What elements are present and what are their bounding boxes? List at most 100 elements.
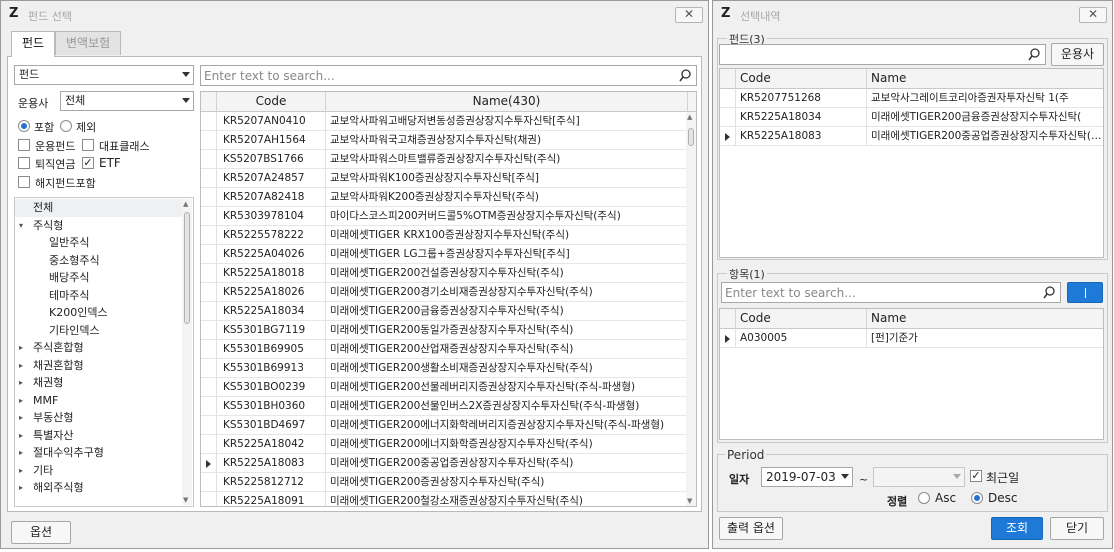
- expand-right-icon[interactable]: ▸: [19, 479, 23, 497]
- tree-item[interactable]: ▸ 해외주식형: [15, 479, 183, 497]
- tree-item[interactable]: ▸ MMF: [15, 392, 183, 410]
- table-row[interactable]: KR5225A18034 미래에셋TIGER200금융증권상장지수투자신탁(주식): [201, 302, 696, 321]
- fund-type-select[interactable]: 펀드: [14, 65, 194, 85]
- expand-right-icon[interactable]: ▸: [19, 357, 23, 375]
- table-row[interactable]: KS5301BD4697 미래에셋TIGER200에너지화학레버리지증권상장지수투…: [201, 416, 696, 435]
- expand-down-icon[interactable]: ▾: [19, 217, 23, 235]
- table-row[interactable]: KR5225A18018 미래에셋TIGER200건설증권상장지수투자신탁(주식): [201, 264, 696, 283]
- start-date-picker[interactable]: 2019-07-03: [761, 467, 853, 487]
- tree-item[interactable]: ▸ 특별자산: [15, 427, 183, 445]
- tree-item[interactable]: ▸ 채권형: [15, 374, 183, 392]
- tab-variable-insurance[interactable]: 변액보험: [55, 31, 122, 55]
- expand-right-icon[interactable]: ▸: [19, 427, 23, 445]
- tree-item[interactable]: 테마주식: [15, 287, 183, 305]
- table-row[interactable]: KR5207A24857 교보악사파워K100증권상장지수투자신탁[주식]: [201, 169, 696, 188]
- name-column-header[interactable]: Name: [867, 309, 1103, 329]
- name-column-header[interactable]: Name(430): [326, 92, 688, 112]
- tree-item[interactable]: 중소형주식: [15, 252, 183, 270]
- item-search-input[interactable]: [725, 285, 1039, 300]
- item-add-button[interactable]: [1067, 282, 1103, 303]
- table-row[interactable]: KR5225A18026 미래에셋TIGER200경기소비재증권상장지수투자신탁(…: [201, 283, 696, 302]
- fund-search-input[interactable]: [204, 68, 675, 83]
- fund-grid-scroll-thumb[interactable]: [688, 128, 694, 146]
- table-row[interactable]: A030005 [펀]기준가: [720, 329, 1103, 348]
- search-icon[interactable]: [1028, 48, 1040, 61]
- options-button[interactable]: 옵션: [11, 521, 71, 544]
- table-row[interactable]: KR5225A18083 미래에셋TIGER200중공업증권상장지수투자신탁(주식…: [201, 454, 696, 473]
- exclude-radio[interactable]: [60, 120, 72, 132]
- close-window-button[interactable]: ✕: [1079, 7, 1107, 23]
- tree-item[interactable]: 일반주식: [15, 234, 183, 252]
- sort-asc-radio[interactable]: [918, 492, 930, 504]
- tree-item[interactable]: ▾ 주식형: [15, 217, 183, 235]
- expand-right-icon[interactable]: ▸: [19, 374, 23, 392]
- code-cell: KR5207A82418: [217, 188, 326, 206]
- tree-item[interactable]: 배당주식: [15, 269, 183, 287]
- expand-right-icon[interactable]: ▸: [19, 409, 23, 427]
- scroll-up-icon: ▲: [183, 200, 189, 208]
- search-button[interactable]: 조회: [991, 517, 1043, 540]
- table-row[interactable]: KR5207AN0410 교보악사파워고배당저변동성증권상장지수투자신탁[주식]: [201, 112, 696, 131]
- table-row[interactable]: KR5207A82418 교보악사파워K200증권상장지수투자신탁(주식): [201, 188, 696, 207]
- tree-item[interactable]: ▸ 주식혼합형: [15, 339, 183, 357]
- close-window-button[interactable]: ✕: [675, 7, 703, 23]
- include-radio[interactable]: [18, 120, 30, 132]
- code-cell: KR5225A18091: [217, 492, 326, 506]
- tree-item[interactable]: ▸ 부동산형: [15, 409, 183, 427]
- tree-item[interactable]: ▸ 기타: [15, 462, 183, 480]
- table-row[interactable]: K55301B69913 미래에셋TIGER200생활소비재증권상장지수투자신탁(…: [201, 359, 696, 378]
- include-closed-checkbox[interactable]: [18, 176, 30, 188]
- row-indicator: [201, 416, 217, 434]
- code-column-header[interactable]: Code: [736, 69, 867, 89]
- table-row[interactable]: KR5225A18083 미래에셋TIGER200중공업증권상장지수투자신탁(주식…: [720, 127, 1103, 146]
- expand-right-icon[interactable]: ▸: [19, 392, 23, 410]
- fund-filter-input[interactable]: [723, 47, 1024, 62]
- pension-checkbox[interactable]: [18, 157, 30, 169]
- code-cell: A030005: [736, 329, 867, 347]
- tree-scrollbar[interactable]: ▲ ▼: [182, 199, 192, 505]
- row-indicator: [201, 397, 217, 415]
- etf-checkbox[interactable]: ✓: [82, 157, 94, 169]
- table-row[interactable]: KS5301BH0360 미래에셋TIGER200선물인버스2X증권상장지수투자신…: [201, 397, 696, 416]
- tree-item[interactable]: ▸ 채권혼합형: [15, 357, 183, 375]
- table-row[interactable]: K55301B69905 미래에셋TIGER200산업재증권상장지수투자신탁(주식…: [201, 340, 696, 359]
- code-column-header[interactable]: Code: [217, 92, 326, 112]
- tree-item[interactable]: 전체: [15, 199, 183, 217]
- expand-right-icon[interactable]: ▸: [19, 339, 23, 357]
- managed-fund-checkbox[interactable]: [18, 139, 30, 151]
- row-indicator: [201, 188, 217, 206]
- name-cell: 교보악사파워K200증권상장지수투자신탁(주식): [326, 188, 688, 206]
- tab-fund[interactable]: 펀드: [11, 31, 56, 57]
- tree-item[interactable]: ▸ 절대수익추구형: [15, 444, 183, 462]
- print-options-button[interactable]: 출력 옵션: [719, 517, 783, 540]
- fund-grid-scrollbar[interactable]: ▲ ▼: [686, 112, 696, 506]
- manager-button[interactable]: 운용사: [1051, 43, 1104, 66]
- manager-select[interactable]: 전체: [60, 91, 194, 111]
- code-column-header[interactable]: Code: [736, 309, 867, 329]
- table-row[interactable]: KR5207AH1564 교보악사파워국고채증권상장지수투자신탁(채권): [201, 131, 696, 150]
- table-row[interactable]: KR5225A18042 미래에셋TIGER200에너지화학증권상장지수투자신탁(…: [201, 435, 696, 454]
- table-row[interactable]: KS5301BO0239 미래에셋TIGER200선물레버리지증권상장지수투자신탁…: [201, 378, 696, 397]
- table-row[interactable]: KS5301BG7119 미래에셋TIGER200동일가증권상장지수투자신탁(주식…: [201, 321, 696, 340]
- sort-desc-radio[interactable]: [971, 492, 983, 504]
- tree-item[interactable]: 기타인덱스: [15, 322, 183, 340]
- search-icon[interactable]: [1043, 286, 1055, 299]
- representative-class-checkbox[interactable]: [82, 139, 94, 151]
- name-column-header[interactable]: Name: [867, 69, 1103, 89]
- table-row[interactable]: KR5225812712 미래에셋TIGER200증권상장지수투자신탁(주식): [201, 473, 696, 492]
- table-row[interactable]: KR5225A18034 미래에셋TIGER200금융증권상장지수투자신탁(: [720, 108, 1103, 127]
- table-row[interactable]: KS5207BS1766 교보악사파워스마트밸류증권상장지수투자신탁(주식): [201, 150, 696, 169]
- end-date-picker[interactable]: [873, 467, 965, 487]
- tree-scroll-thumb[interactable]: [184, 212, 190, 324]
- expand-right-icon[interactable]: ▸: [19, 462, 23, 480]
- table-row[interactable]: KR5225578222 미래에셋TIGER KRX100증권상장지수투자신탁(주…: [201, 226, 696, 245]
- table-row[interactable]: KR5207751268 교보악사그레이트코리아증권자투자신탁 1(주: [720, 89, 1103, 108]
- close-button[interactable]: 닫기: [1050, 517, 1104, 540]
- recent-day-checkbox[interactable]: ✓: [970, 470, 982, 482]
- search-icon[interactable]: [679, 69, 691, 82]
- table-row[interactable]: KR5303978104 마이다스코스피200커버드콜5%OTM증권상장지수투자신…: [201, 207, 696, 226]
- table-row[interactable]: KR5225A04026 미래에셋TIGER LG그룹+증권상장지수투자신탁[주식…: [201, 245, 696, 264]
- tree-item[interactable]: K200인덱스: [15, 304, 183, 322]
- table-row[interactable]: KR5225A18091 미래에셋TIGER200철강소재증권상장지수투자신탁(주…: [201, 492, 696, 506]
- expand-right-icon[interactable]: ▸: [19, 444, 23, 462]
